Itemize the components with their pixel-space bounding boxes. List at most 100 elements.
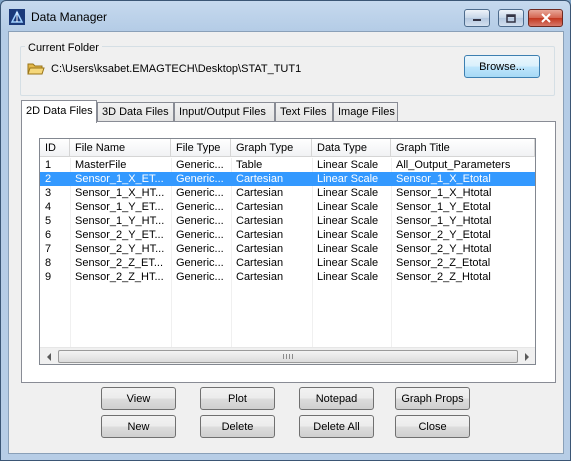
plot-button[interactable]: Plot: [200, 387, 275, 410]
cell-id: 8: [45, 257, 52, 269]
cell-graph-type: Cartesian: [236, 271, 284, 283]
list-body: 1 MasterFile Generic... Table Linear Scale Al…: [40, 158, 535, 348]
tab-2d-data-files[interactable]: 2D Data Files: [21, 100, 97, 123]
tab-panel: ID File Name File Type Graph Type Data T…: [21, 121, 556, 383]
tab-text-files[interactable]: Text Files: [275, 102, 333, 122]
horizontal-scrollbar[interactable]: [40, 347, 535, 364]
browse-button[interactable]: Browse...: [464, 55, 540, 78]
cell-file-type: Generic...: [176, 173, 224, 185]
folder-path: C:\Users\ksabet.EMAGTECH\Desktop\STAT_TU…: [51, 63, 302, 75]
cell-file-type: Generic...: [176, 187, 224, 199]
arrow-left-icon: [46, 352, 51, 361]
cell-id: 9: [45, 271, 52, 283]
arrow-right-icon: [524, 352, 529, 361]
cell-data-type: Linear Scale: [317, 215, 379, 227]
client-area: Current Folder C:\Users\ksabet.EMAGTECH\…: [8, 31, 564, 454]
table-row[interactable]: 3 Sensor_1_X_HT... Generic... Cartesian Line…: [40, 186, 535, 200]
cell-data-type: Linear Scale: [317, 173, 379, 185]
app-icon: [9, 9, 25, 25]
cell-file-name: Sensor_2_Z_HT...: [75, 271, 164, 283]
cell-data-type: Linear Scale: [317, 243, 379, 255]
cell-file-type: Generic...: [176, 201, 224, 213]
tab-image-files[interactable]: Image Files: [333, 102, 398, 122]
cell-data-type: Linear Scale: [317, 229, 379, 241]
column-header-file-type[interactable]: File Type: [171, 139, 231, 157]
tab-input-output-files[interactable]: Input/Output Files: [174, 102, 275, 122]
close-button[interactable]: Close: [395, 415, 470, 438]
cell-id: 3: [45, 187, 52, 199]
cell-data-type: Linear Scale: [317, 257, 379, 269]
maximize-button[interactable]: [498, 9, 524, 27]
cell-graph-type: Cartesian: [236, 187, 284, 199]
scroll-thumb[interactable]: [58, 350, 518, 363]
cell-graph-title: Sensor_1_Y_Etotal: [396, 201, 491, 213]
notepad-button[interactable]: Notepad: [299, 387, 374, 410]
cell-graph-type: Cartesian: [236, 229, 284, 241]
delete-button[interactable]: Delete: [200, 415, 275, 438]
close-icon: [540, 13, 551, 23]
graph-props-button[interactable]: Graph Props: [395, 387, 470, 410]
maximize-icon: [506, 13, 516, 23]
new-button[interactable]: New: [101, 415, 176, 438]
cell-graph-type: Cartesian: [236, 173, 284, 185]
cell-graph-type: Cartesian: [236, 257, 284, 269]
cell-id: 7: [45, 243, 52, 255]
data-manager-window: Data Manager Current Folder C:\Users\ksa…: [0, 0, 571, 461]
delete-all-button[interactable]: Delete All: [299, 415, 374, 438]
cell-graph-type: Cartesian: [236, 215, 284, 227]
title-bar[interactable]: Data Manager: [1, 1, 570, 31]
cell-graph-title: Sensor_1_X_Htotal: [396, 187, 492, 199]
table-row[interactable]: 5 Sensor_1_Y_HT... Generic... Cartesian Line…: [40, 214, 535, 228]
column-header-graph-title[interactable]: Graph Title: [391, 139, 535, 157]
list-header: ID File Name File Type Graph Type Data T…: [40, 139, 535, 157]
cell-graph-title: Sensor_1_Y_Htotal: [396, 215, 492, 227]
minimize-button[interactable]: [464, 9, 490, 27]
cell-graph-type: Table: [236, 159, 263, 171]
column-header-id[interactable]: ID: [40, 139, 70, 157]
close-window-button[interactable]: [528, 9, 563, 27]
tab-3d-data-files[interactable]: 3D Data Files: [97, 102, 174, 122]
table-row[interactable]: 8 Sensor_2_Z_ET... Generic... Cartesian Line…: [40, 256, 535, 270]
table-row[interactable]: 6 Sensor_2_Y_ET... Generic... Cartesian Line…: [40, 228, 535, 242]
table-row[interactable]: 1 MasterFile Generic... Table Linear Scale Al…: [40, 158, 535, 172]
table-row[interactable]: 7 Sensor_2_Y_HT... Generic... Cartesian Line…: [40, 242, 535, 256]
table-row[interactable]: 4 Sensor_1_Y_ET... Generic... Cartesian Line…: [40, 200, 535, 214]
view-button[interactable]: View: [101, 387, 176, 410]
cell-file-name: Sensor_2_Y_HT...: [75, 243, 165, 255]
column-header-graph-type[interactable]: Graph Type: [231, 139, 312, 157]
table-row[interactable]: 2 Sensor_1_X_ET... Generic... Cartesian Line…: [40, 172, 535, 186]
cell-file-type: Generic...: [176, 257, 224, 269]
cell-file-name: Sensor_1_X_ET...: [75, 173, 164, 185]
cell-id: 6: [45, 229, 52, 241]
cell-graph-type: Cartesian: [236, 201, 284, 213]
cell-file-name: Sensor_2_Y_ET...: [75, 229, 164, 241]
cell-id: 4: [45, 201, 52, 213]
scroll-grip: [283, 354, 293, 359]
cell-file-name: MasterFile: [75, 159, 127, 171]
scroll-left-button[interactable]: [40, 348, 57, 364]
cell-id: 2: [45, 173, 52, 185]
column-header-file-name[interactable]: File Name: [70, 139, 171, 157]
cell-graph-title: Sensor_2_Z_Htotal: [396, 271, 491, 283]
current-folder-label: Current Folder: [25, 42, 102, 54]
cell-file-type: Generic...: [176, 229, 224, 241]
cell-file-type: Generic...: [176, 271, 224, 283]
cell-graph-title: Sensor_2_Y_Etotal: [396, 229, 491, 241]
column-header-data-type[interactable]: Data Type: [312, 139, 391, 157]
folder-icon: [27, 63, 45, 75]
cell-graph-title: Sensor_2_Y_Htotal: [396, 243, 492, 255]
scroll-right-button[interactable]: [518, 348, 535, 364]
minimize-icon: [473, 19, 481, 21]
cell-data-type: Linear Scale: [317, 271, 379, 283]
cell-graph-title: All_Output_Parameters: [396, 159, 511, 171]
cell-data-type: Linear Scale: [317, 187, 379, 199]
cell-file-name: Sensor_2_Z_ET...: [75, 257, 164, 269]
cell-file-type: Generic...: [176, 159, 224, 171]
table-row[interactable]: 9 Sensor_2_Z_HT... Generic... Cartesian Line…: [40, 270, 535, 284]
cell-id: 1: [45, 159, 52, 171]
window-title: Data Manager: [31, 10, 108, 24]
cell-file-type: Generic...: [176, 215, 224, 227]
data-files-list[interactable]: ID File Name File Type Graph Type Data T…: [39, 138, 536, 365]
cell-graph-title: Sensor_1_X_Etotal: [396, 173, 491, 185]
cell-id: 5: [45, 215, 52, 227]
